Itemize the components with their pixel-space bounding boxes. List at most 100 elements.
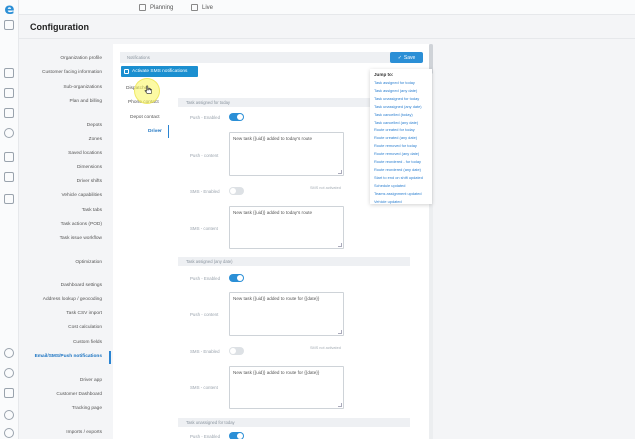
jump-link[interactable]: Vehicle updated [374, 198, 428, 206]
planning-icon[interactable] [4, 68, 14, 78]
nav-item[interactable]: Saved locations [68, 151, 102, 156]
sms-not-activated-note: SMS not activated [310, 186, 341, 190]
nav-item[interactable]: Zones [89, 137, 102, 142]
push-enabled-label: Push - Enabled [190, 276, 221, 281]
nav-item[interactable]: Cost calculation [68, 325, 102, 330]
save-button-label: Save [403, 54, 416, 61]
push-enabled-toggle[interactable] [229, 113, 244, 121]
push-content-label: Push - content [190, 312, 219, 317]
help-icon[interactable] [4, 410, 14, 420]
jump-link[interactable]: Task cancelled (any date) [374, 119, 428, 127]
toggle-knob [237, 433, 243, 439]
jump-link[interactable]: Task unassigned (any date) [374, 103, 428, 111]
sms-content-textarea[interactable]: New task {{uid}} added to today's route [229, 206, 344, 249]
push-enabled-toggle[interactable] [229, 274, 244, 282]
nav-item[interactable]: Organization profile [60, 56, 102, 61]
nav-item-active[interactable]: Email/SMS/Push notifications [35, 354, 102, 359]
refresh-icon[interactable] [4, 348, 14, 358]
nav-item[interactable]: Optimization [75, 260, 102, 265]
nav-item[interactable]: Task tabs [82, 208, 102, 213]
jump-link[interactable]: Task cancelled (today) [374, 111, 428, 119]
nav-item[interactable]: Customer facing information [42, 70, 102, 75]
settings-icon[interactable] [4, 388, 14, 398]
topnav-planning-label: Planning [150, 4, 174, 11]
menu-icon[interactable] [4, 20, 14, 30]
jump-link[interactable]: Route reordered (any date) [374, 166, 428, 174]
divider [19, 38, 635, 39]
jump-link[interactable]: Task assigned (any date) [374, 87, 428, 95]
jump-link[interactable]: Route reordered - for today [374, 158, 428, 166]
resize-grip-icon[interactable] [338, 403, 342, 407]
team-icon[interactable] [4, 128, 14, 138]
nav-item[interactable]: Vehicle capabilities [61, 193, 102, 198]
vehicles-icon[interactable] [4, 152, 14, 162]
routes-icon[interactable] [4, 108, 14, 118]
integrations-icon[interactable] [4, 368, 14, 378]
toggle-knob [237, 114, 243, 120]
toggle-knob [230, 348, 236, 354]
section-band-2: Task assigned (any date) [178, 257, 410, 266]
push-content-label: Push - content [190, 153, 219, 158]
nav-item[interactable]: Depots [87, 123, 102, 128]
nav-item[interactable]: Task issue workflow [60, 236, 102, 241]
resize-grip-icon[interactable] [338, 170, 342, 174]
nav-item[interactable]: Address lookup / geocoding [43, 297, 102, 302]
sms-enabled-label: SMS - Enabled [190, 189, 220, 194]
jump-link[interactable]: Task unassigned for today [374, 95, 428, 103]
box-icon[interactable] [4, 88, 14, 98]
push-content-textarea[interactable]: New task {{uid}} added to route for {{da… [229, 292, 344, 336]
app-logo-icon[interactable]: e [3, 1, 16, 17]
jump-to-links: Task assigned for today Task assigned (an… [374, 79, 428, 206]
sms-enabled-toggle[interactable] [229, 347, 244, 355]
subtab-active-indicator [168, 125, 169, 138]
push-content-textarea[interactable]: New task {{uid}} added to today's route [229, 132, 344, 176]
top-bar: Planning Live [19, 0, 635, 15]
jump-link[interactable]: Teams assignment updated [374, 190, 428, 198]
sms-content-text: New task {{uid}} added to today's route [233, 210, 313, 215]
resize-grip-icon[interactable] [338, 330, 342, 334]
notifications-header-band: Notifications [120, 52, 410, 63]
topnav-planning[interactable]: Planning [139, 2, 173, 13]
jump-link[interactable]: Route removed for today [374, 142, 428, 150]
reports-icon[interactable] [4, 172, 14, 182]
nav-item[interactable]: Dashboard settings [61, 283, 102, 288]
toggle-knob [237, 275, 243, 281]
nav-item[interactable]: Sub-organizations [63, 85, 102, 90]
activate-sms-badge[interactable]: Activate SMS notifications [121, 66, 198, 77]
push-enabled-label: Push - Enabled [190, 115, 221, 120]
nav-item[interactable]: Tracking page [72, 406, 102, 411]
jump-link[interactable]: Task assigned for today [374, 79, 428, 87]
sms-content-text: New task {{uid}} added to route for {{da… [233, 370, 320, 375]
subtab-driver[interactable]: Driver [148, 129, 162, 134]
jump-link[interactable]: Route created (any date) [374, 134, 428, 142]
jump-to-title: Jump to: [374, 72, 394, 77]
user-icon[interactable] [4, 428, 14, 438]
sms-enabled-toggle[interactable] [229, 187, 244, 195]
sms-content-textarea[interactable]: New task {{uid}} added to route for {{da… [229, 366, 344, 409]
save-button[interactable]: ✓ Save [390, 52, 423, 63]
nav-item[interactable]: Task actions (POD) [61, 222, 102, 227]
notifications-header: Notifications [127, 55, 150, 60]
jump-link[interactable]: Route created for today [374, 126, 428, 134]
topnav-live[interactable]: Live [191, 2, 213, 13]
jump-link[interactable]: Schedule updated [374, 182, 428, 190]
nav-item[interactable]: Task CSV import [66, 311, 102, 316]
nav-item[interactable]: Custom fields [73, 340, 102, 345]
jump-link[interactable]: Start to end on shift updated [374, 174, 428, 182]
nav-item[interactable]: Plan and billing [69, 99, 102, 104]
push-enabled-toggle[interactable] [229, 432, 244, 439]
analytics-icon[interactable] [4, 194, 14, 204]
toggle-knob [230, 188, 236, 194]
nav-item[interactable]: Customer Dashboard [56, 392, 102, 397]
resize-grip-icon[interactable] [338, 243, 342, 247]
subtab-depot-contact[interactable]: Depot contact [130, 115, 160, 120]
nav-item[interactable]: Driver app [80, 378, 102, 383]
nav-item[interactable]: Imports / exports [66, 430, 102, 435]
activate-sms-label: Activate SMS notifications [132, 69, 188, 74]
nav-active-indicator [109, 351, 111, 364]
jump-link[interactable]: Route removed (any date) [374, 150, 428, 158]
nav-item[interactable]: Dimensions [77, 165, 102, 170]
nav-item[interactable]: Driver shifts [77, 179, 102, 184]
live-icon [191, 4, 198, 11]
settings-nav: Organization profile Customer facing inf… [19, 44, 111, 439]
